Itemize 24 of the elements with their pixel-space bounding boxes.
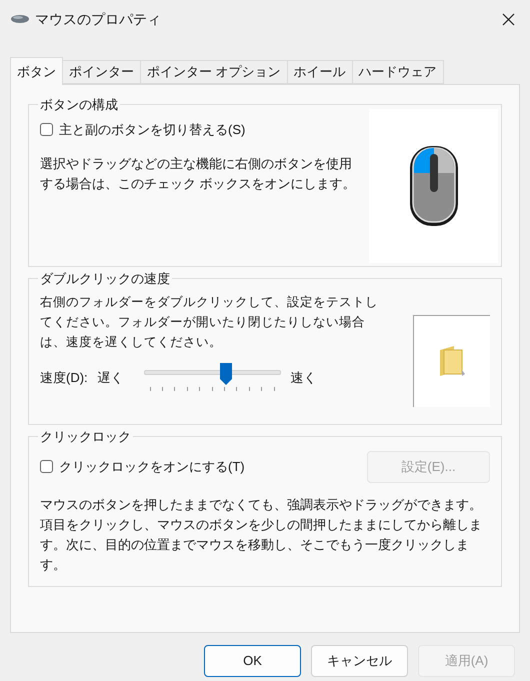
- checkbox[interactable]: [40, 122, 53, 136]
- description: 右側のフォルダーをダブルクリックして、設定をテストしてください。フォルダーが開いたり閉じたりしない場合は、速度を遅くしてください。: [40, 294, 379, 350]
- group-title: ボタンの構成: [39, 96, 119, 114]
- slow-label: 遅く: [98, 369, 124, 388]
- description: 選択やドラッグなどの主な機能に右側のボタンを使用する場合は、このチェック ボックスをオンにします。: [40, 155, 357, 193]
- checkbox-label: クリックロックをオンにする(T): [59, 458, 245, 476]
- group-title: クリックロック: [39, 428, 132, 446]
- tab[interactable]: ホイール: [288, 60, 353, 84]
- tab[interactable]: ポインター: [63, 60, 141, 84]
- dialog-button[interactable]: OK: [204, 645, 301, 677]
- tab[interactable]: ボタン: [10, 57, 63, 85]
- checkbox-label: 主と副のボタンを切り替える(S): [59, 120, 246, 139]
- dialog-button[interactable]: キャンセル: [311, 645, 408, 677]
- tab[interactable]: ポインター オプション: [141, 60, 288, 84]
- tab[interactable]: ハードウェア: [352, 60, 444, 84]
- description: マウスのボタンを押したままでなくても、強調表示やドラッグができます。項目をクリックし、マウスのボタンを少しの間押したままにしてから離します。次に、目的の位置までマウスを移動し、そこでもう一度クリックします。: [40, 496, 483, 574]
- slider-thumb[interactable]: [218, 362, 233, 386]
- speed-label: 速度(D):: [40, 369, 88, 388]
- mouse-icon: [10, 14, 30, 24]
- window-title: マウスのプロパティ: [35, 10, 161, 28]
- group-title: ダブルクリックの速度: [39, 270, 171, 288]
- close-icon: [502, 12, 514, 26]
- checkbox[interactable]: [40, 460, 53, 473]
- fast-label: 速く: [290, 369, 317, 388]
